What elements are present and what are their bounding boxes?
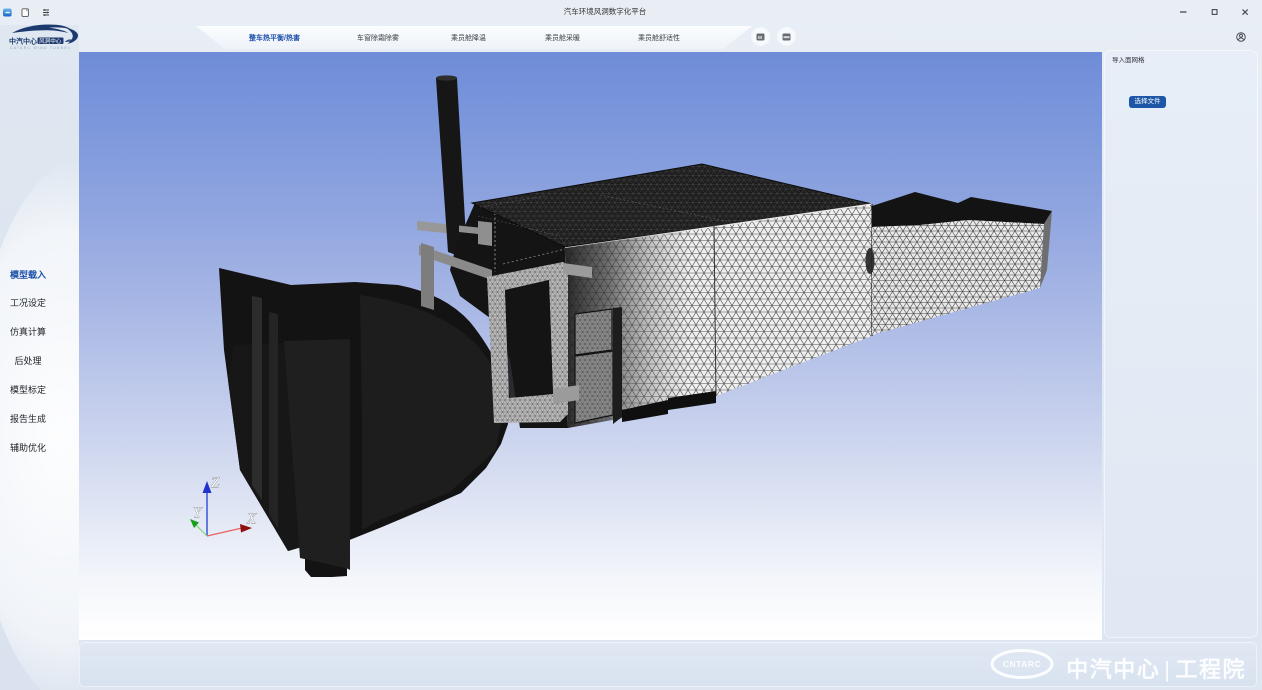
svg-text:Y: Y	[193, 505, 203, 521]
svg-text:风洞中心: 风洞中心	[39, 37, 62, 45]
svg-text:CNTARC: CNTARC	[1003, 659, 1041, 669]
svg-text:X: X	[246, 511, 257, 527]
svg-text:CATARC WIND TUNNEL: CATARC WIND TUNNEL	[10, 46, 71, 50]
svg-text:中汽中心: 中汽中心	[9, 37, 37, 46]
svg-text:Z: Z	[211, 475, 220, 491]
